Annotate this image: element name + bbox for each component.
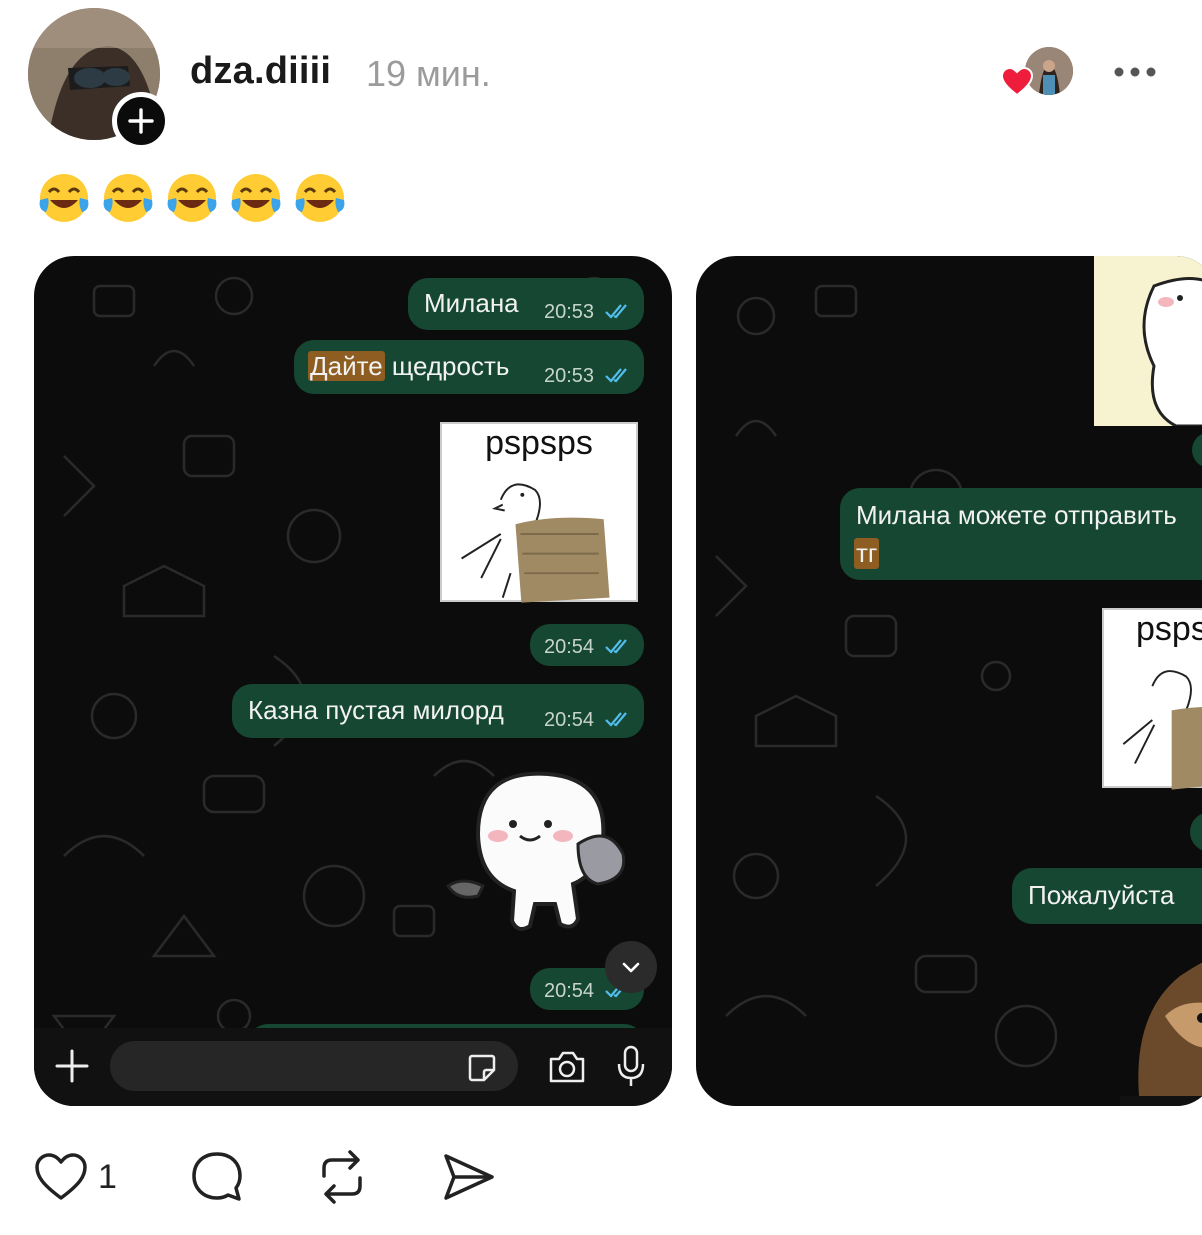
message-text-rest: щедрость [384, 351, 510, 381]
post-actions: 1 [0, 1146, 1202, 1206]
monkey-sticker-fragment[interactable] [1120, 946, 1202, 1106]
cute-blob-sticker[interactable] [438, 764, 638, 944]
more-horizontal-icon[interactable] [1112, 62, 1158, 82]
sticker-caption: psps [1136, 610, 1202, 648]
cute-blob-sticker-fragment[interactable] [1094, 256, 1202, 428]
message-bubble[interactable]: Милана можете отправить тг [840, 488, 1202, 580]
message-time: 20:54 [544, 709, 595, 731]
repost-icon[interactable] [314, 1150, 370, 1204]
pspsps-sticker[interactable]: pspsps [440, 422, 638, 603]
message-bubble[interactable]: Казна пустая милорд 20:54 [232, 684, 644, 738]
message-text: Милана можете отправить [856, 500, 1177, 530]
face-with-tears-of-joy-icon [231, 174, 281, 222]
message-text: Дайте щедрость [308, 351, 509, 382]
message-bubble[interactable]: Дайте щедрость 20:53 [294, 340, 644, 394]
chat-screenshot-1[interactable]: Милана 20:53 Дайте щедрость 20:53 pspsps… [34, 256, 672, 1106]
attach-plus-icon[interactable] [54, 1048, 90, 1084]
scroll-to-bottom-button[interactable] [605, 941, 657, 993]
share-icon[interactable] [442, 1150, 496, 1204]
plus-icon [128, 108, 154, 134]
message-time: 20:54 [544, 636, 595, 658]
heart-badge-icon [1001, 67, 1033, 97]
read-ticks-icon [605, 639, 627, 654]
heart-icon[interactable] [34, 1152, 88, 1202]
read-ticks-icon [605, 712, 627, 727]
microphone-icon[interactable] [616, 1044, 646, 1088]
comment-icon[interactable] [190, 1150, 244, 1204]
message-time: 20:53 [544, 301, 595, 323]
blob-drawing [1142, 277, 1202, 428]
author-avatar[interactable] [28, 8, 170, 150]
liked-by-indicator[interactable] [1001, 47, 1075, 99]
message-input[interactable] [110, 1041, 518, 1091]
message-bubble[interactable]: Милана 20:53 [408, 278, 644, 330]
post-time: 19 мин. [366, 53, 491, 94]
face-with-tears-of-joy-icon [39, 174, 89, 222]
face-with-tears-of-joy-icon [167, 174, 217, 222]
post-caption [36, 170, 348, 226]
message-text: Казна пустая милорд [248, 695, 504, 725]
message-bubble[interactable]: Пожалуйста [1012, 868, 1202, 924]
sticker-icon[interactable] [466, 1052, 498, 1084]
follow-button[interactable] [112, 92, 170, 150]
like-count[interactable]: 1 [98, 1158, 117, 1197]
bird-drawing [461, 483, 610, 603]
chat-input-bar [34, 1028, 672, 1106]
read-ticks-icon [605, 304, 627, 319]
read-ticks-icon [605, 368, 627, 383]
message-text: Милана [424, 288, 519, 318]
highlighted-word: тг [854, 538, 880, 569]
chat-screenshot-2[interactable]: Милана можете отправить тг psps Пожалуйс… [696, 256, 1202, 1106]
highlighted-word: Дайте [308, 351, 385, 381]
username[interactable]: dza.diiii [190, 50, 331, 93]
pspsps-sticker-fragment[interactable]: psps [1102, 608, 1202, 790]
sticker-caption: pspsps [485, 424, 593, 462]
message-bubble[interactable]: 20:54 [530, 624, 644, 666]
message-time: 20:54 [544, 980, 595, 1002]
message-text: Пожалуйста [1028, 880, 1175, 910]
chevron-down-icon [622, 962, 640, 973]
bird-drawing [1122, 670, 1202, 790]
face-with-tears-of-joy-icon [103, 174, 153, 222]
message-time: 20:53 [544, 365, 595, 387]
camera-icon[interactable] [547, 1049, 587, 1085]
face-with-tears-of-joy-icon [295, 174, 345, 222]
